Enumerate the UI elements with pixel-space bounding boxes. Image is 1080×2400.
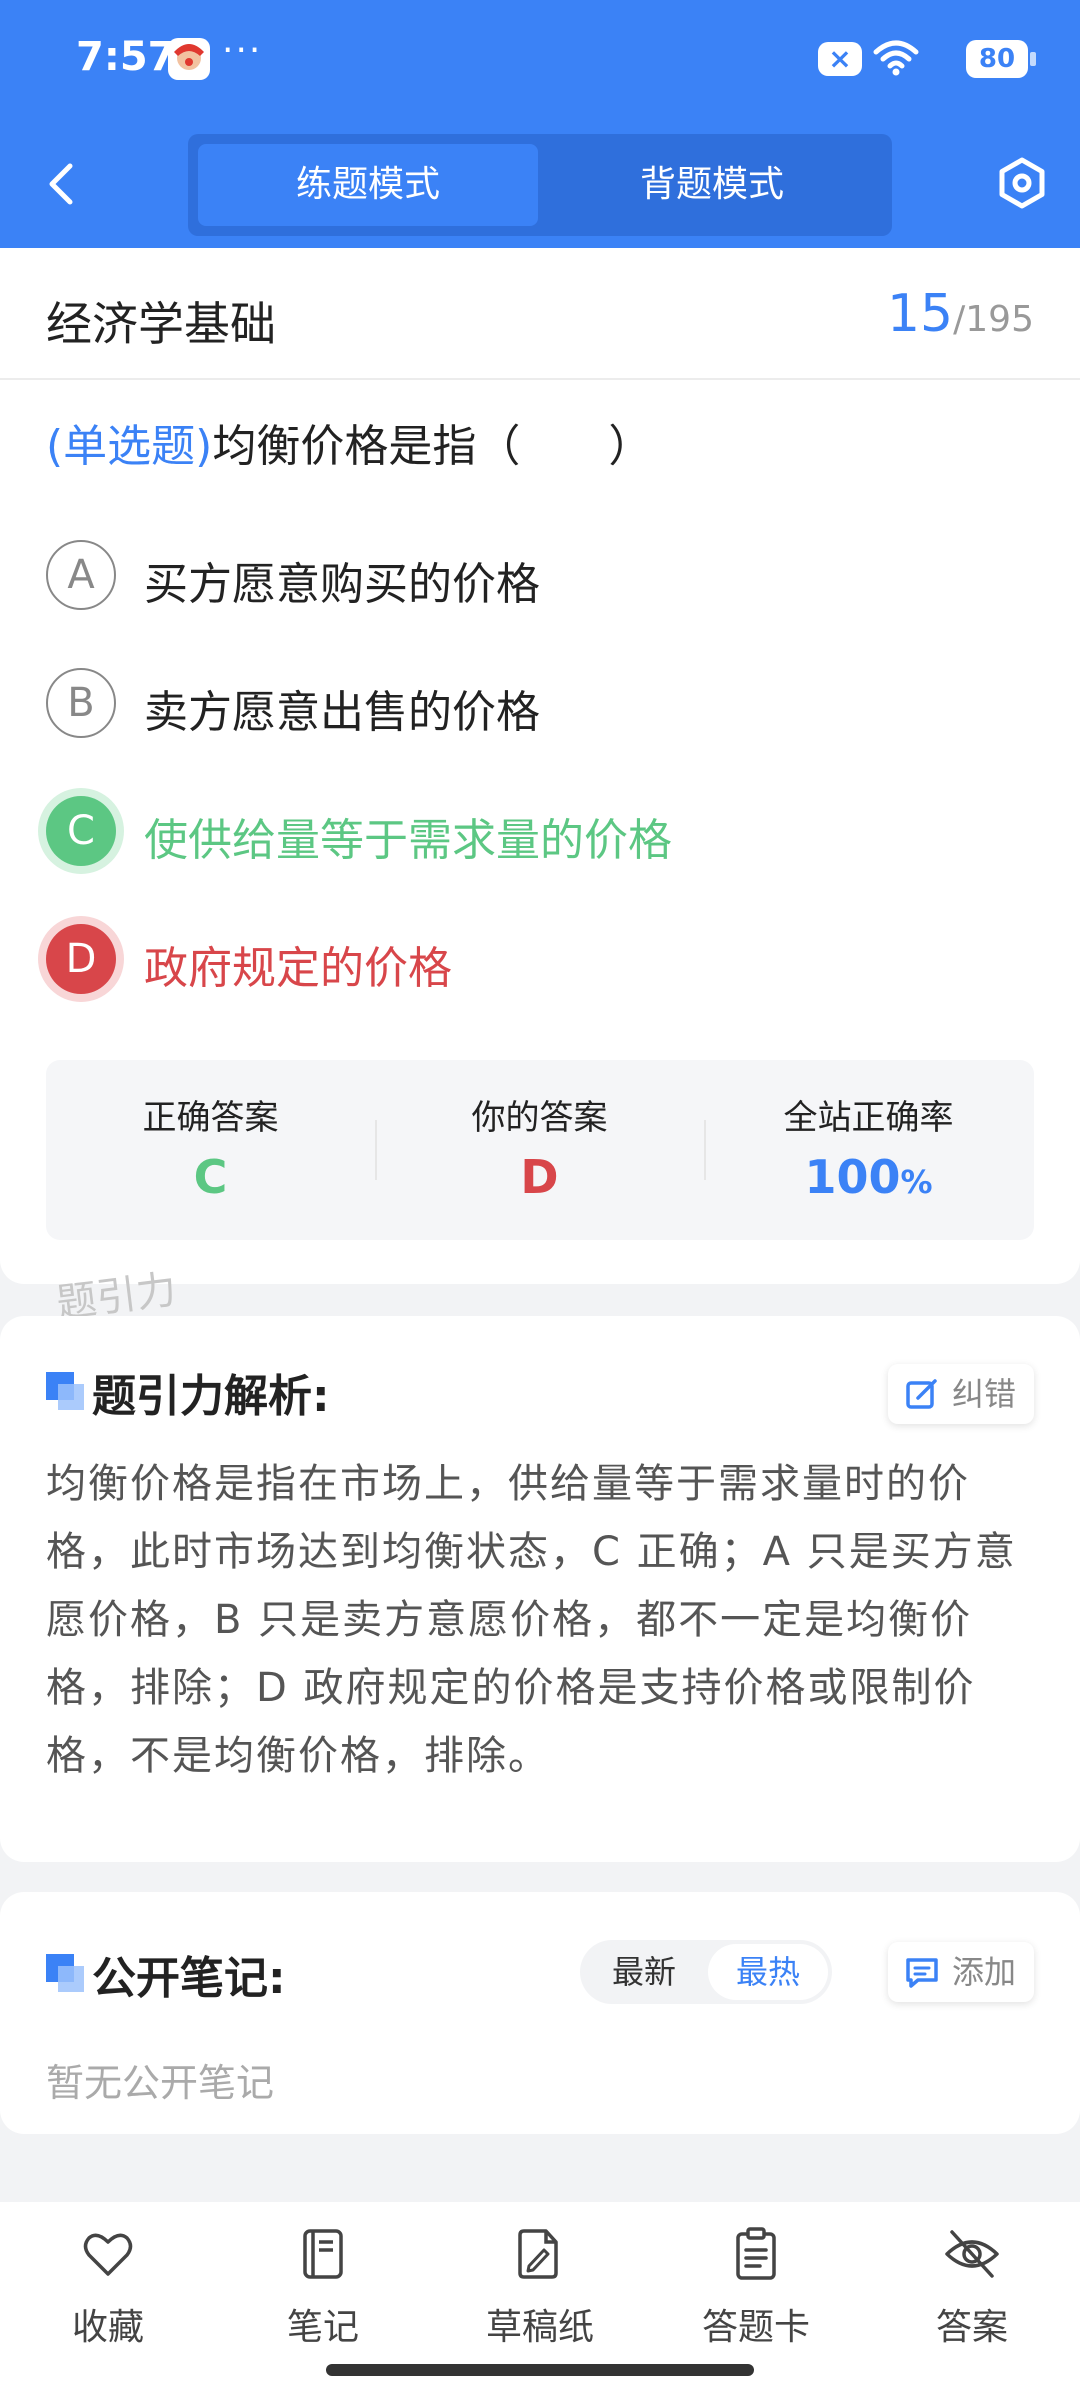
tab-draft-paper[interactable]: 草稿纸 (465, 2226, 615, 2350)
eye-off-icon (945, 2230, 999, 2278)
answer-stats: 正确答案 C 你的答案 D 全站正确率 100% (46, 1060, 1034, 1240)
total-questions: 195 (965, 299, 1034, 340)
tab-label: 草稿纸 (485, 2307, 594, 2348)
report-error-label: 纠错 (951, 1375, 1016, 1413)
site-accuracy-number: 100 (804, 1150, 901, 1204)
public-notes-card: 公开笔记: 最新 最热 添加 暂无公开笔记 (0, 1892, 1080, 2134)
option-text: 使供给量等于需求量的价格 (144, 815, 672, 866)
report-error-button[interactable]: 纠错 (887, 1364, 1034, 1424)
tab-answer[interactable]: 答案 (897, 2226, 1047, 2350)
tab-notes[interactable]: 笔记 (248, 2226, 398, 2350)
analysis-title: 题引力解析: (92, 1371, 330, 1422)
site-accuracy-stat: 全站正确率 100% (704, 1060, 1033, 1240)
back-button[interactable] (40, 158, 88, 210)
chevron-left-icon (49, 163, 73, 205)
comment-icon (906, 1958, 938, 1988)
site-accuracy-unit: % (900, 1163, 933, 1201)
question-progress: 15/195 (887, 284, 1034, 344)
edit-icon (906, 1379, 937, 1409)
hexagon-settings-icon (999, 157, 1045, 209)
tab-practice-mode[interactable]: 练题模式 (198, 144, 538, 226)
site-accuracy-label: 全站正确率 (783, 1098, 954, 1138)
site-accuracy-value: 100% (704, 1150, 1033, 1204)
correct-answer-label: 正确答案 (142, 1098, 279, 1138)
tab-label: 答案 (935, 2307, 1008, 2348)
notes-sort-toggle: 最新 最热 (580, 1940, 832, 2004)
your-answer-stat: 你的答案 D (375, 1060, 704, 1240)
option-letter: A (46, 540, 116, 610)
wifi-icon (872, 38, 920, 78)
notes-title: 公开笔记: (92, 1953, 286, 2004)
option-letter: D (46, 924, 116, 994)
tab-label: 笔记 (286, 2307, 359, 2348)
more-notifications-icon: ··· (222, 30, 263, 71)
notification-x-icon: × (818, 42, 862, 76)
divider (0, 378, 1080, 380)
tab-answer-sheet[interactable]: 答题卡 (681, 2226, 831, 2350)
app-notification-icon (168, 38, 210, 80)
home-indicator[interactable] (326, 2364, 754, 2376)
section-icon (46, 1954, 84, 1992)
current-question-number: 15 (886, 284, 954, 344)
status-bar: 7:57 ··· × 80 (76, 30, 1040, 90)
analysis-text: 均衡价格是指在市场上，供给量等于需求量时的价格，此时市场达到均衡状态，C 正确；… (46, 1461, 1017, 1779)
option-text: 卖方愿意出售的价格 (144, 687, 540, 738)
analysis-card: 题引力解析: 纠错 均衡价格是指在市场上，供给量等于需求量时的价格，此时市场达到… (0, 1316, 1080, 1862)
heart-icon (83, 2233, 133, 2276)
notes-empty-text: 暂无公开笔记 (46, 2061, 275, 2105)
option-letter: B (46, 668, 116, 738)
question-text: 均衡价格是指（ ） (212, 421, 653, 472)
draft-paper-icon (518, 2229, 558, 2279)
progress-separator: / (953, 299, 966, 340)
settings-button[interactable] (996, 156, 1048, 210)
option-letter: C (46, 796, 116, 866)
option-text: 政府规定的价格 (144, 943, 452, 994)
question-stem: (单选题)均衡价格是指（ ） (46, 410, 652, 474)
add-note-label: 添加 (951, 1953, 1016, 1991)
status-time: 7:57 (76, 34, 176, 80)
tab-label: 答题卡 (701, 2307, 810, 2348)
correct-answer-stat: 正确答案 C (46, 1060, 375, 1240)
correct-answer-value: C (193, 1150, 228, 1204)
tab-label: 收藏 (71, 2307, 144, 2348)
question-card: 经济学基础 15/195 (单选题)均衡价格是指（ ） A 买方愿意购买的价格 … (0, 248, 1080, 1284)
your-answer-label: 你的答案 (471, 1098, 608, 1138)
tab-favorite[interactable]: 收藏 (33, 2226, 183, 2350)
question-type-tag: (单选题) (46, 421, 213, 472)
mode-switch: 练题模式 背题模式 (188, 134, 892, 236)
tab-memorize-mode[interactable]: 背题模式 (542, 144, 882, 226)
add-note-button[interactable]: 添加 (887, 1942, 1034, 2002)
sort-hottest[interactable]: 最热 (708, 1944, 828, 2000)
your-answer-value: D (520, 1150, 559, 1204)
section-icon (46, 1372, 84, 1410)
sort-latest[interactable]: 最新 (584, 1944, 704, 2000)
subject-title: 经济学基础 (46, 297, 276, 351)
notebook-icon (303, 2229, 343, 2279)
answer-sheet-icon (736, 2227, 776, 2280)
option-text: 买方愿意购买的价格 (144, 559, 540, 610)
battery-indicator: 80 (966, 40, 1036, 78)
top-bar: 7:57 ··· × 80 练题模式 背题模式 (0, 0, 1080, 248)
